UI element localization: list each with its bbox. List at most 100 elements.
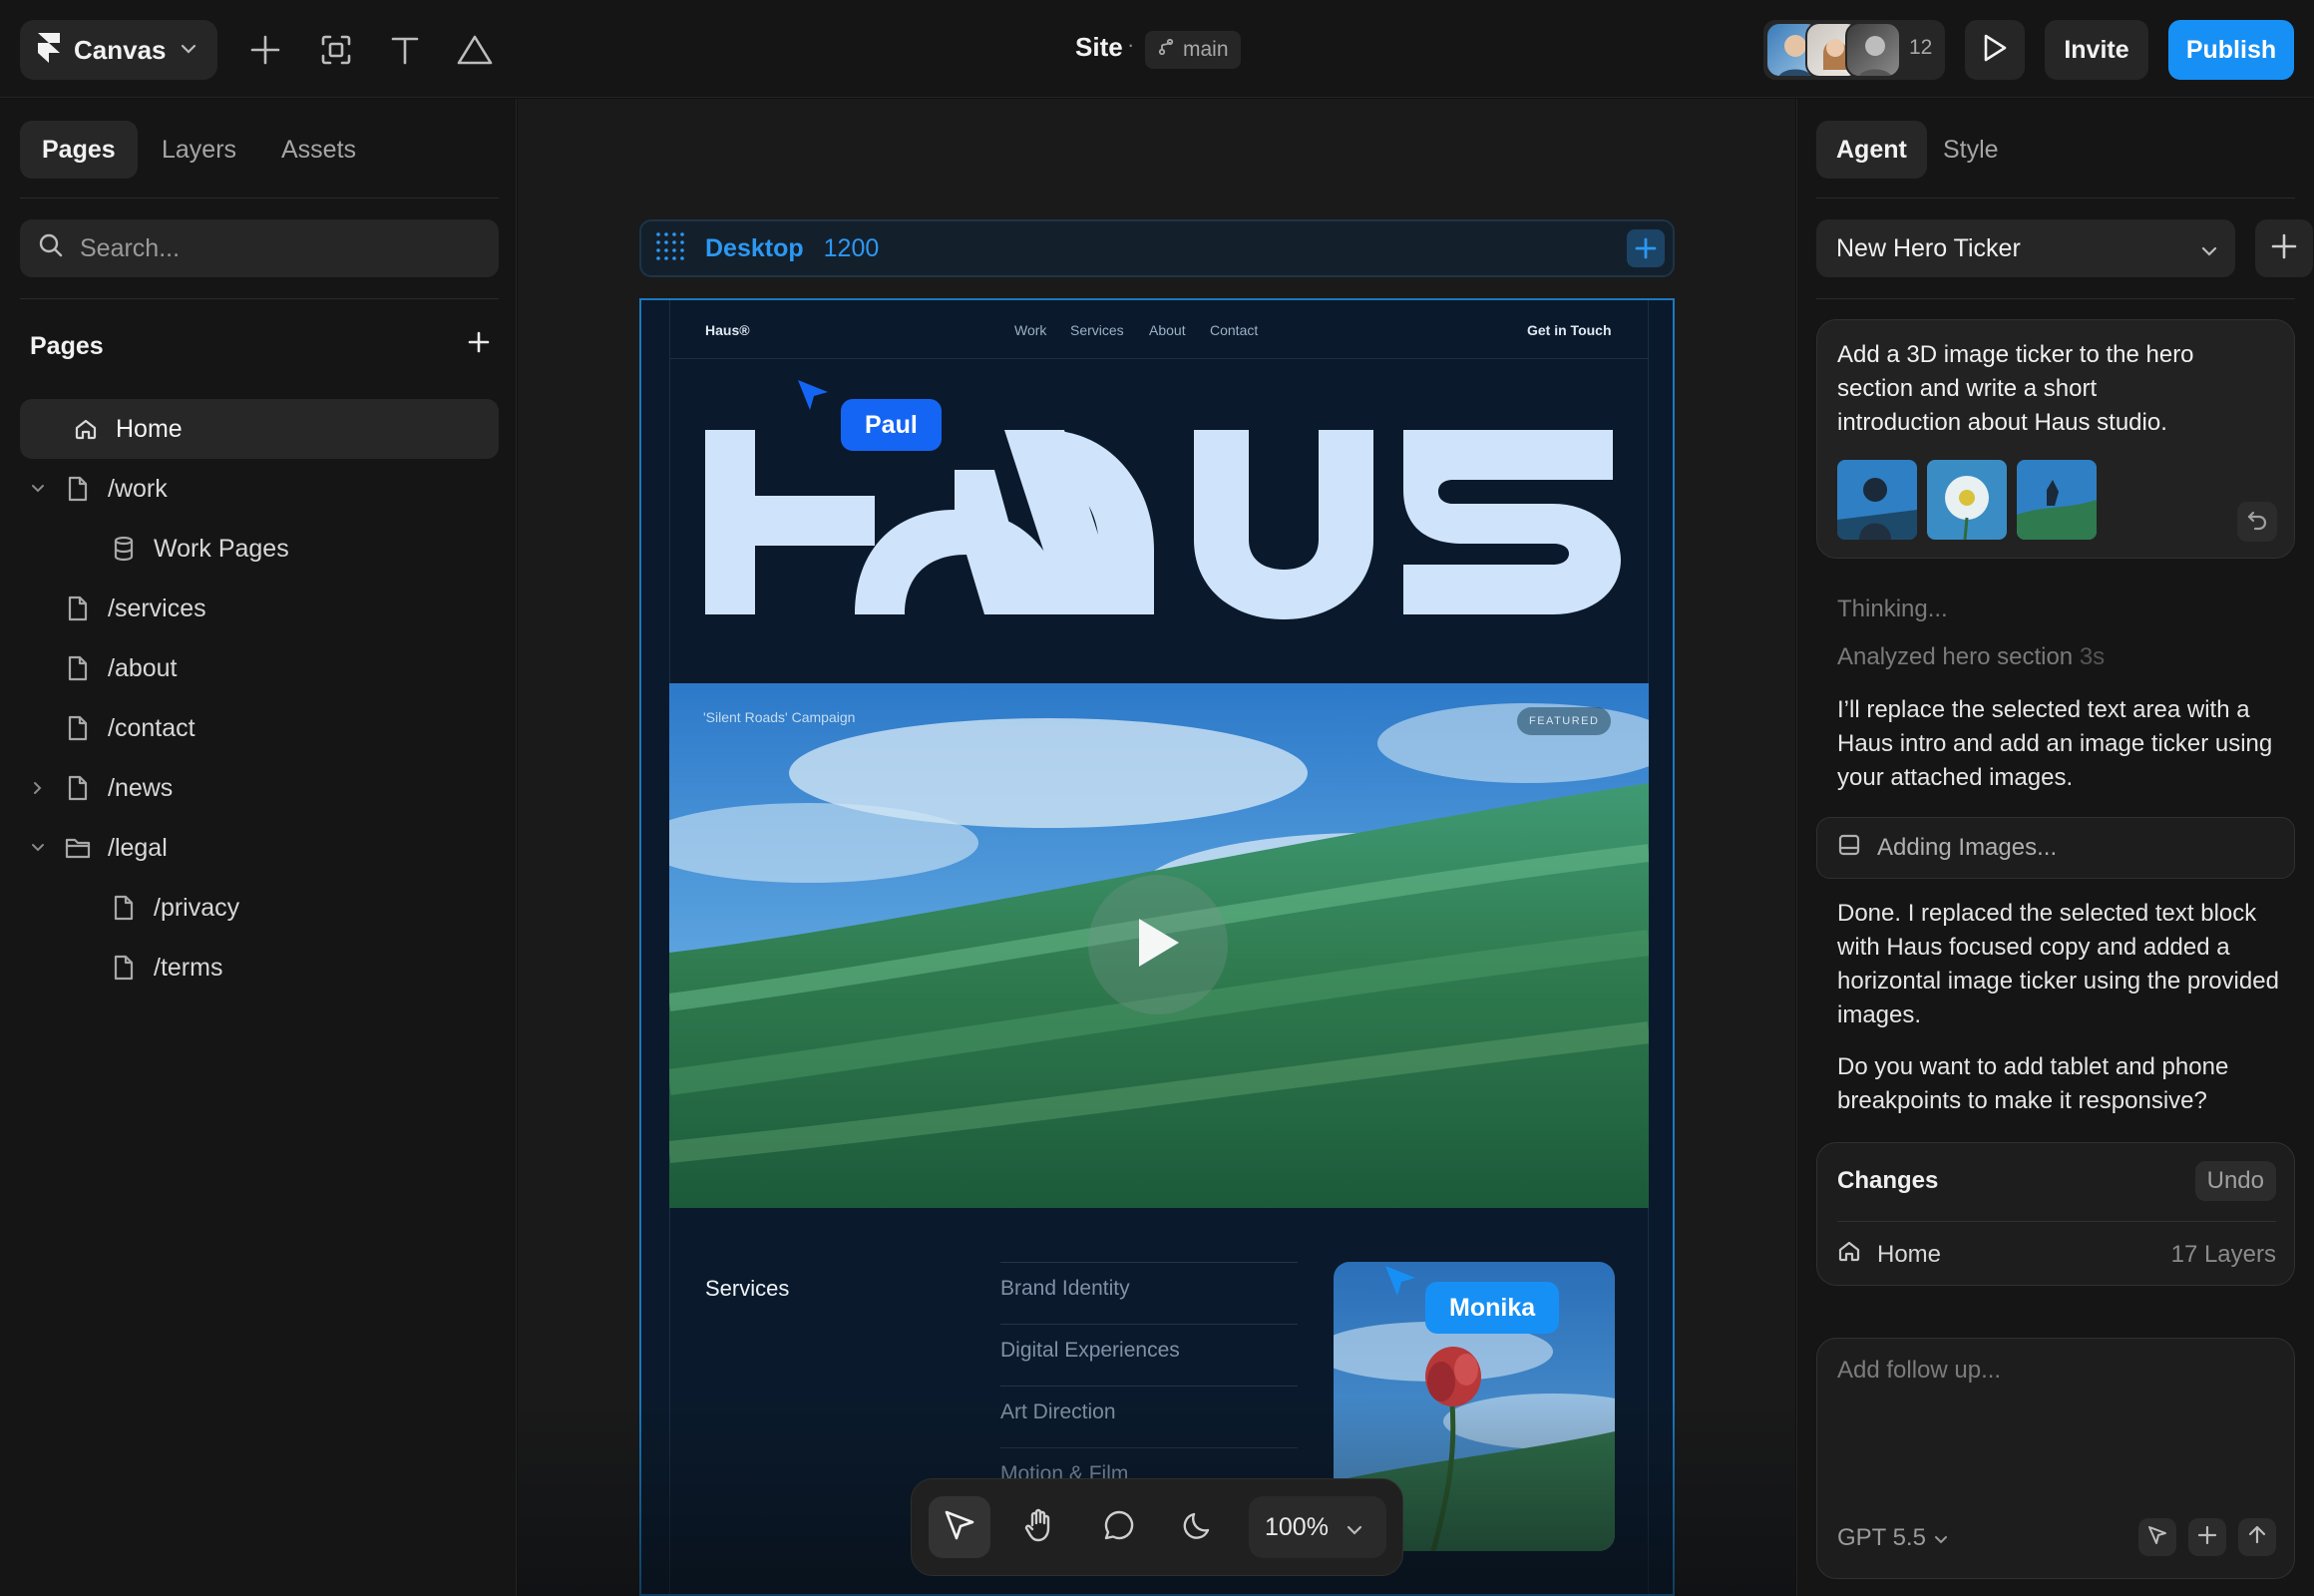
database-icon bbox=[110, 536, 138, 562]
search-input[interactable]: Search... bbox=[20, 219, 499, 277]
divider bbox=[669, 358, 1649, 359]
page-item-work[interactable]: /work bbox=[20, 459, 499, 519]
search-icon bbox=[38, 232, 64, 265]
right-panel: Agent Style New Hero Ticker Add a 3D ima… bbox=[1796, 99, 2314, 1596]
attach-button[interactable] bbox=[2188, 1518, 2226, 1556]
text-tool-icon[interactable] bbox=[381, 26, 429, 74]
site-nav-work[interactable]: Work bbox=[1014, 322, 1046, 338]
vector-tool-icon[interactable] bbox=[451, 26, 499, 74]
featured-badge: FEATURED bbox=[1517, 707, 1612, 735]
page-item-services[interactable]: /services bbox=[20, 579, 499, 638]
attachment-thumbnail[interactable] bbox=[2017, 460, 2097, 540]
file-icon bbox=[110, 895, 138, 921]
hero-title[interactable] bbox=[705, 430, 1621, 619]
changes-title: Changes bbox=[1837, 1167, 1939, 1194]
page-item-news[interactable]: /news bbox=[20, 758, 499, 818]
attachment-thumbnail[interactable] bbox=[1927, 460, 2007, 540]
service-item[interactable]: Digital Experiences bbox=[1000, 1324, 1298, 1386]
site-nav-contact[interactable]: Contact bbox=[1210, 322, 1258, 338]
insert-tool-icon[interactable] bbox=[241, 26, 289, 74]
zoom-selector[interactable]: 100% bbox=[1249, 1496, 1386, 1558]
frame-name[interactable]: Desktop bbox=[705, 234, 804, 263]
frame-header[interactable]: Desktop 1200 bbox=[639, 219, 1675, 277]
avatar[interactable] bbox=[1845, 22, 1901, 78]
tab-layers[interactable]: Layers bbox=[140, 121, 258, 179]
changes-card: Changes Undo Home 17 Layers bbox=[1816, 1142, 2295, 1286]
drag-handle-icon[interactable] bbox=[653, 229, 687, 268]
changed-page-row[interactable]: Home 17 Layers bbox=[1837, 1239, 2276, 1270]
desktop-frame[interactable]: Haus® Work Services About Contact Get in… bbox=[639, 298, 1675, 1596]
undo-changes-button[interactable]: Undo bbox=[2194, 1161, 2276, 1201]
invite-button[interactable]: Invite bbox=[2045, 20, 2148, 80]
hand-icon bbox=[1022, 1507, 1056, 1548]
agent-message: I’ll replace the selected text area with… bbox=[1837, 696, 2273, 791]
page-item-privacy[interactable]: /privacy bbox=[20, 878, 499, 938]
frame-width[interactable]: 1200 bbox=[824, 234, 880, 263]
new-thread-button[interactable] bbox=[2255, 219, 2313, 277]
play-icon bbox=[1982, 33, 2008, 68]
app-menu-button[interactable]: Canvas bbox=[20, 20, 217, 80]
site-logo[interactable]: Haus® bbox=[705, 322, 750, 338]
comment-tool-button[interactable] bbox=[1088, 1496, 1150, 1558]
image-icon bbox=[1837, 833, 1861, 864]
divider bbox=[1816, 198, 2295, 199]
divider bbox=[1816, 298, 2295, 299]
send-button[interactable] bbox=[2238, 1518, 2276, 1556]
file-icon bbox=[64, 655, 92, 681]
branch-selector[interactable]: main bbox=[1145, 31, 1241, 69]
collaborator-cursor-icon bbox=[796, 378, 830, 417]
select-tool-button[interactable] bbox=[929, 1496, 990, 1558]
site-nav-about[interactable]: About bbox=[1149, 322, 1186, 338]
publish-button[interactable]: Publish bbox=[2168, 20, 2294, 80]
page-item-contact[interactable]: /contact bbox=[20, 698, 499, 758]
site-title[interactable]: Site bbox=[1075, 32, 1123, 63]
branch-icon bbox=[1157, 38, 1175, 62]
chevron-down-icon[interactable] bbox=[28, 484, 48, 494]
file-icon bbox=[64, 715, 92, 741]
tab-assets[interactable]: Assets bbox=[259, 121, 378, 179]
page-item-home[interactable]: Home bbox=[20, 399, 499, 459]
tab-pages[interactable]: Pages bbox=[20, 121, 138, 179]
add-breakpoint-button[interactable] bbox=[1627, 229, 1665, 267]
frame-tool-icon[interactable] bbox=[312, 26, 360, 74]
comment-icon bbox=[1102, 1508, 1136, 1547]
page-label: /services bbox=[108, 594, 206, 622]
attachment-thumbnail[interactable] bbox=[1837, 460, 1917, 540]
service-item[interactable]: Brand Identity bbox=[1000, 1262, 1298, 1324]
chevron-right-icon[interactable] bbox=[28, 781, 48, 795]
follow-up-input[interactable]: Add follow up... GPT 5.5 bbox=[1816, 1338, 2295, 1579]
chevron-down-icon bbox=[2201, 234, 2217, 263]
add-page-button[interactable] bbox=[461, 324, 497, 360]
tab-style[interactable]: Style bbox=[1923, 121, 2019, 179]
model-name: GPT 5.5 bbox=[1837, 1524, 1926, 1551]
page-item-terms[interactable]: /terms bbox=[20, 938, 499, 998]
revert-button[interactable] bbox=[2237, 502, 2277, 542]
thread-selector[interactable]: New Hero Ticker bbox=[1816, 219, 2235, 277]
tab-agent[interactable]: Agent bbox=[1816, 121, 1927, 179]
page-item-legal[interactable]: /legal bbox=[20, 818, 499, 878]
cursor-label-monika: Monika bbox=[1425, 1282, 1560, 1334]
follow-up-placeholder: Add follow up... bbox=[1837, 1357, 2002, 1384]
site-cta[interactable]: Get in Touch bbox=[1527, 322, 1612, 338]
moon-icon bbox=[1182, 1508, 1216, 1547]
model-selector[interactable]: GPT 5.5 bbox=[1837, 1524, 1948, 1552]
preview-button[interactable] bbox=[1965, 20, 2025, 80]
theme-toggle-button[interactable] bbox=[1168, 1496, 1230, 1558]
cursor-label-paul: Paul bbox=[841, 399, 942, 451]
service-item[interactable]: Art Direction bbox=[1000, 1386, 1298, 1447]
changed-page-name: Home bbox=[1877, 1240, 1942, 1268]
pages-heading: Pages bbox=[30, 332, 104, 360]
chevron-down-icon bbox=[1934, 1524, 1948, 1552]
chevron-down-icon[interactable] bbox=[28, 843, 48, 853]
page-label: Work Pages bbox=[154, 534, 289, 563]
page-item-work-pages[interactable]: Work Pages bbox=[20, 519, 499, 579]
video-play-button[interactable] bbox=[1088, 875, 1228, 1014]
page-item-about[interactable]: /about bbox=[20, 638, 499, 698]
hand-tool-button[interactable] bbox=[1008, 1496, 1070, 1558]
file-icon bbox=[64, 775, 92, 801]
select-element-button[interactable] bbox=[2138, 1518, 2176, 1556]
title-separator: · bbox=[1127, 32, 1135, 57]
collaborators[interactable]: 12 bbox=[1763, 20, 1945, 80]
site-nav-services[interactable]: Services bbox=[1070, 322, 1124, 338]
file-icon bbox=[64, 476, 92, 502]
